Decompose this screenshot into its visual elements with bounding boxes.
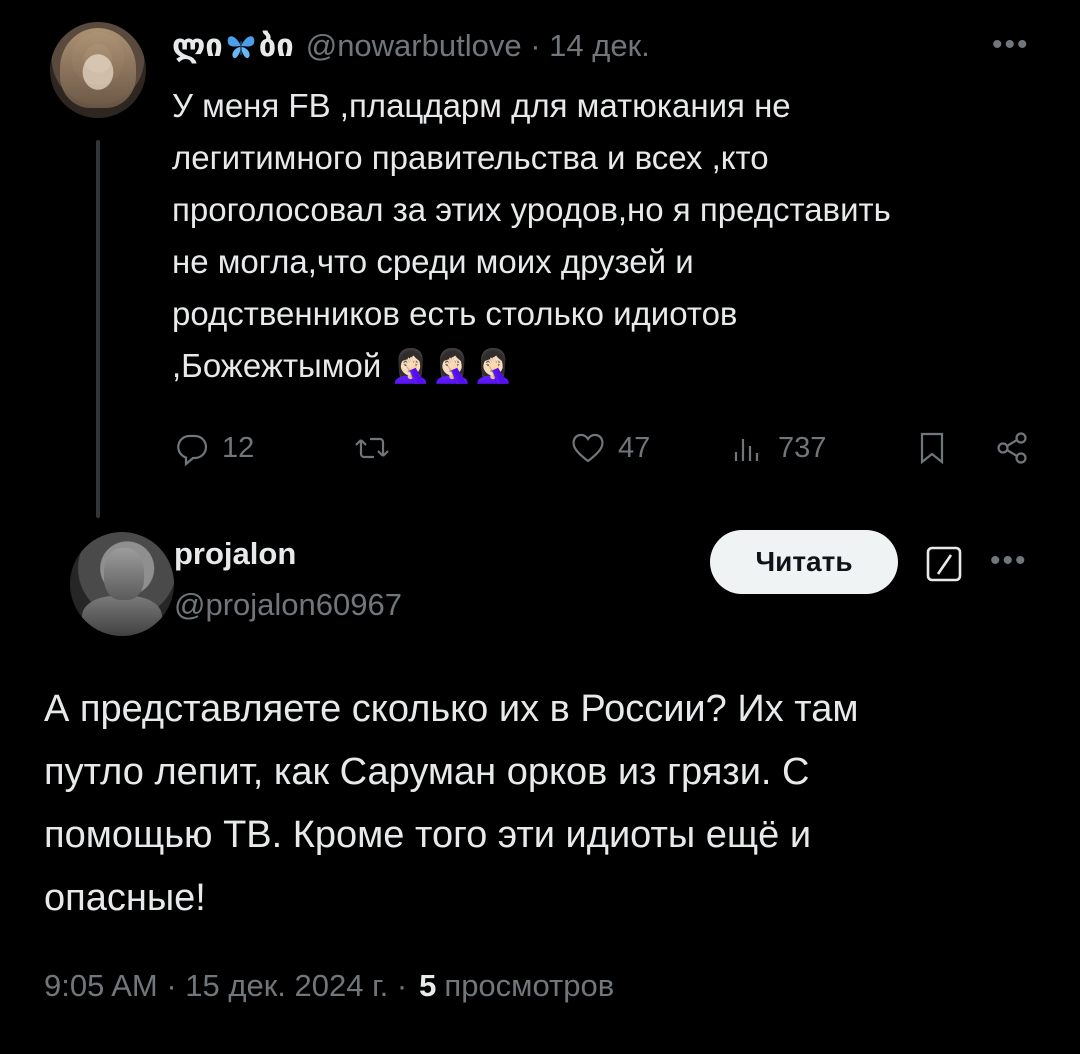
reply-button[interactable]: 12 xyxy=(172,420,254,476)
like-button[interactable]: 47 xyxy=(568,420,650,476)
parent-tweet-text: У меня FB ,плацдарм для матюкания не лег… xyxy=(172,87,891,384)
author-handle[interactable]: @nowarbutlove · 14 дек. xyxy=(306,28,650,64)
grok-icon[interactable] xyxy=(924,544,964,584)
timestamp[interactable]: 9:05 AM · 15 дек. 2024 г. · xyxy=(44,968,407,1004)
parent-tweet-header: ლი ბი @nowarbutlove · 14 дек. xyxy=(172,26,650,66)
like-icon xyxy=(572,433,604,463)
reply-author-handle[interactable]: @projalon60967 xyxy=(174,587,402,623)
more-icon[interactable]: ••• xyxy=(990,546,1036,576)
avatar[interactable] xyxy=(70,532,174,636)
reply-author-name[interactable]: projalon xyxy=(174,536,296,572)
tweet-meta: 9:05 AM · 15 дек. 2024 г. · 5 просмотров xyxy=(44,968,614,1004)
author-name[interactable]: ლი ბი xyxy=(172,28,294,64)
bookmark-icon xyxy=(920,432,944,465)
butterfly-icon xyxy=(227,36,255,59)
tweet-date[interactable]: 14 дек. xyxy=(549,28,650,63)
thread-line xyxy=(96,140,100,518)
reply-tweet-text: А представляете сколько их в России? Их … xyxy=(44,688,859,919)
views-button[interactable]: 737 xyxy=(728,420,826,476)
retweet-icon xyxy=(355,437,389,459)
retweet-button[interactable] xyxy=(352,420,392,476)
more-icon[interactable]: ••• xyxy=(992,30,1038,60)
reply-icon xyxy=(177,434,208,467)
action-bar: 12 47 737 xyxy=(172,420,1040,476)
follow-button[interactable]: Читать xyxy=(710,530,898,594)
share-button[interactable] xyxy=(992,420,1032,476)
views-label: просмотров xyxy=(444,968,615,1003)
share-icon xyxy=(997,432,1027,464)
views-count: 5 xyxy=(419,968,437,1003)
bookmark-button[interactable] xyxy=(912,420,952,476)
avatar[interactable] xyxy=(50,22,146,118)
views-icon xyxy=(734,439,759,461)
